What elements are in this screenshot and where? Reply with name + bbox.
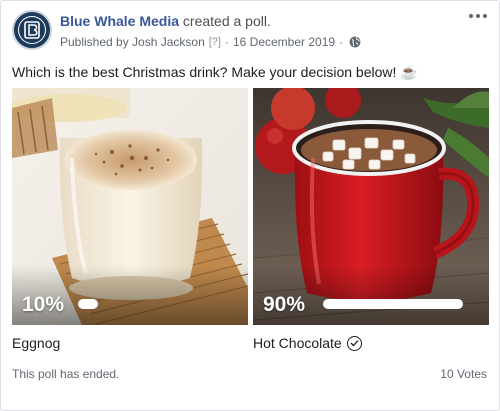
poll-option-hot-chocolate[interactable]: 90% [253, 88, 489, 325]
option-label-text: Eggnog [12, 335, 61, 351]
poll-question: Which is the best Christmas drink? Make … [12, 64, 418, 80]
post-header: Blue Whale Media created a poll. [60, 12, 271, 30]
post-date[interactable]: 16 December 2019 [233, 34, 335, 50]
checkmark-icon [346, 335, 362, 351]
poll-option-label-eggnog[interactable]: Eggnog [12, 334, 60, 352]
eggnog-result-bar-track [78, 299, 242, 309]
help-mark[interactable]: [?] [209, 34, 221, 50]
eggnog-percent: 10% [22, 293, 65, 316]
poll-post-card: Blue Whale Media created a poll. Publish… [0, 0, 500, 411]
poll-option-label-hot-chocolate[interactable]: Hot Chocolate [253, 334, 362, 352]
meta-separator: · [224, 35, 229, 49]
vote-count[interactable]: 10 Votes [440, 367, 487, 381]
meta-separator-2: · [339, 35, 344, 49]
poll-status: This poll has ended. [12, 367, 120, 381]
hot-chocolate-percent: 90% [263, 293, 306, 316]
post-meta: Published by Josh Jackson [?] · 16 Decem… [60, 34, 361, 50]
globe-icon[interactable] [349, 36, 361, 48]
more-options-icon[interactable] [467, 9, 489, 23]
published-by-text[interactable]: Published by Josh Jackson [60, 34, 205, 50]
eggnog-result-bar [78, 299, 98, 309]
hot-chocolate-result-bar [323, 299, 463, 309]
page-avatar[interactable] [12, 10, 52, 50]
post-action-text: created a poll. [182, 13, 271, 29]
option-label-text: Hot Chocolate [253, 335, 342, 351]
page-name-link[interactable]: Blue Whale Media [60, 13, 179, 29]
hot-chocolate-result-bar-track [323, 299, 463, 309]
poll-option-eggnog[interactable]: 10% [12, 88, 248, 325]
page-logo-icon [18, 16, 46, 44]
